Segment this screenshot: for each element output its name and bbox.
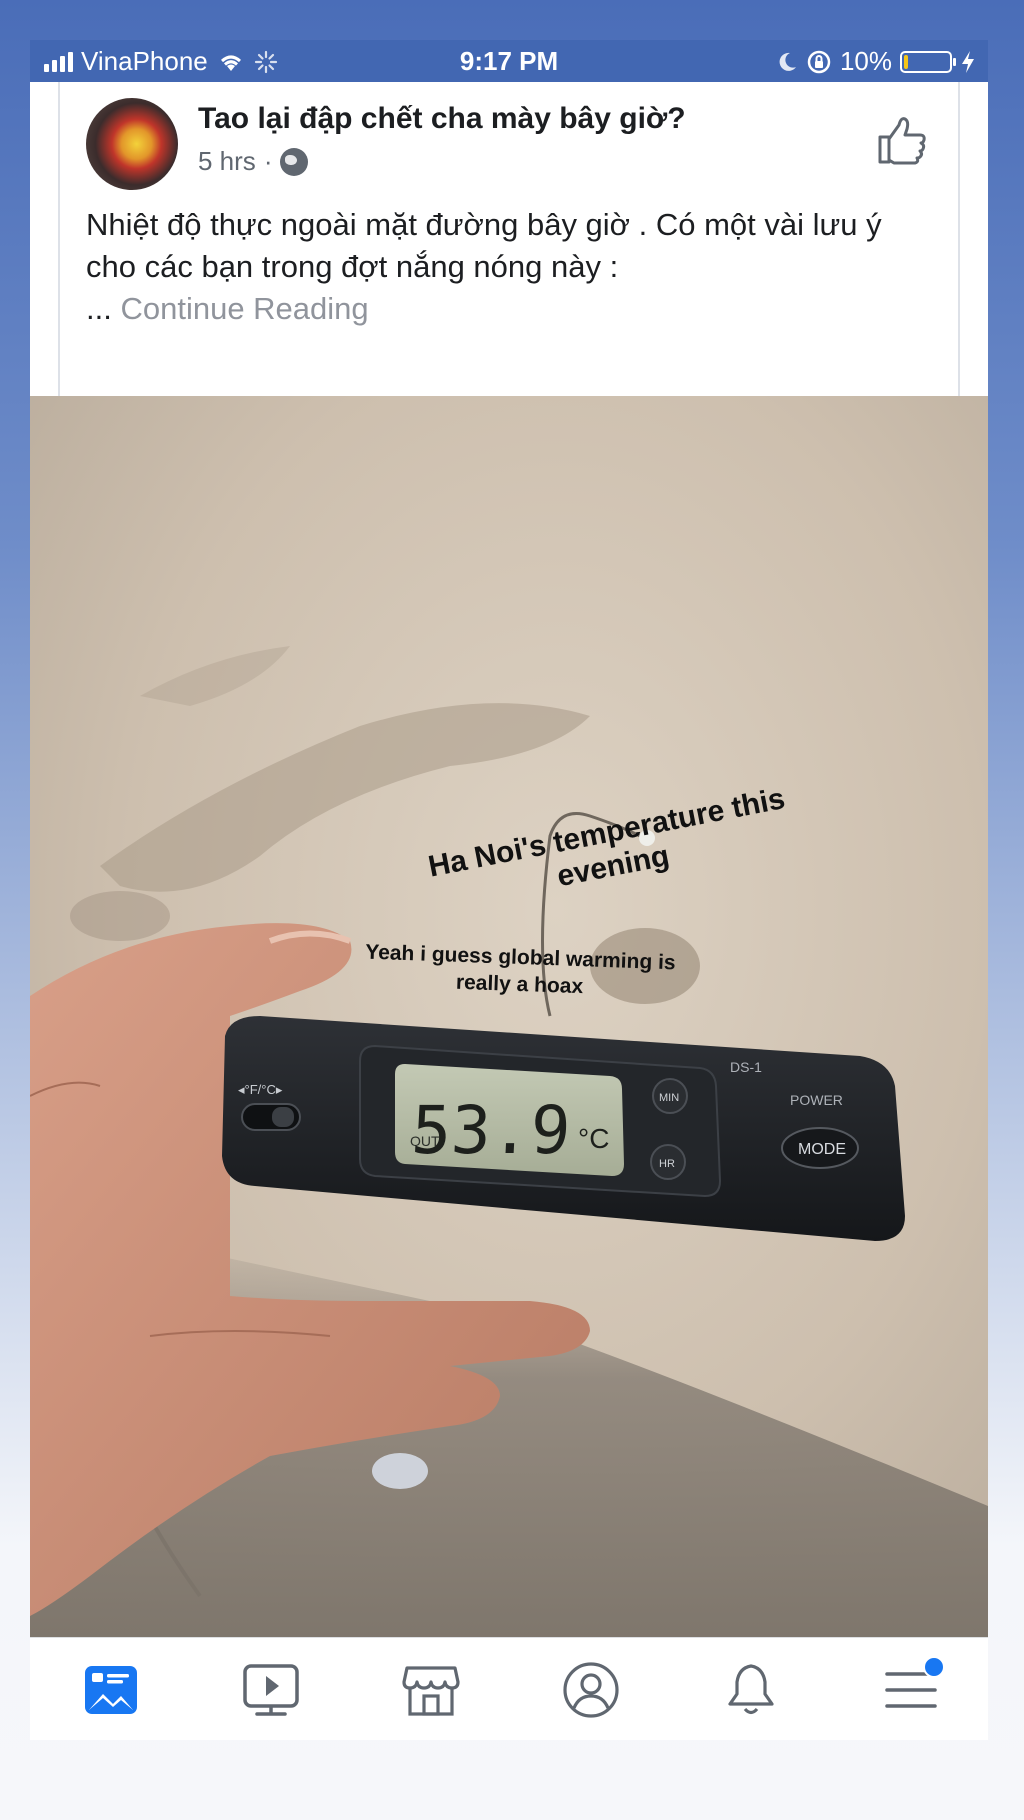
moon-icon xyxy=(779,52,796,71)
post-body-text: Nhiệt độ thực ngoài mặt đường bây giờ . … xyxy=(86,207,882,284)
tab-marketplace[interactable] xyxy=(401,1660,461,1720)
tab-menu[interactable] xyxy=(881,1656,945,1720)
post-meta: 5 hrs · xyxy=(198,146,309,177)
story-caption-secondary: Yeah i guess global warming is really a … xyxy=(364,940,676,999)
post-author-name[interactable]: Tao lại đập chết cha mày bây giờ? xyxy=(198,102,686,136)
unit-switch-label: ◂°F/°C▸ xyxy=(238,1082,283,1097)
marketplace-shop-icon xyxy=(402,1666,460,1716)
continue-reading-link[interactable]: Continue Reading xyxy=(120,291,368,326)
device-model-label: DS-1 xyxy=(730,1059,762,1075)
min-button-label: MIN xyxy=(659,1092,679,1104)
menu-notification-badge xyxy=(923,1656,945,1678)
author-avatar[interactable] xyxy=(86,98,178,190)
post-photo[interactable]: OUT 53.9 °C MIN HR DS-1 POWER MODE ◂°F/°… xyxy=(30,396,988,1679)
lcd-temperature-value: 53.9 xyxy=(409,1092,572,1169)
lcd-temperature-unit: °C xyxy=(578,1123,609,1154)
tab-notifications[interactable] xyxy=(721,1660,781,1720)
power-label: POWER xyxy=(790,1092,843,1108)
post-time[interactable]: 5 hrs xyxy=(198,146,256,177)
meta-separator: · xyxy=(263,146,273,176)
video-play-icon xyxy=(243,1664,299,1716)
phone-screen: VinaPhone 9:17 PM 10% Tao lại đập chết c… xyxy=(30,40,988,1740)
tab-profile[interactable] xyxy=(561,1660,621,1720)
battery-icon xyxy=(900,50,956,73)
feed-post: Tao lại đập chết cha mày bây giờ? 5 hrs … xyxy=(30,82,988,1679)
post-body: Nhiệt độ thực ngoài mặt đường bây giờ . … xyxy=(86,204,926,330)
news-feed-icon xyxy=(85,1666,137,1714)
mode-button-label: MODE xyxy=(798,1141,846,1158)
profile-icon xyxy=(563,1662,619,1718)
post-ellipsis: ... xyxy=(86,291,112,326)
hr-button-label: HR xyxy=(659,1158,675,1170)
bottom-tab-bar xyxy=(30,1637,988,1740)
public-globe-icon xyxy=(280,147,309,176)
charging-bolt-icon xyxy=(962,50,974,73)
like-thumb-icon[interactable] xyxy=(874,112,930,168)
thermometer-photo: OUT 53.9 °C MIN HR DS-1 POWER MODE ◂°F/°… xyxy=(30,396,988,1679)
status-right: 10% xyxy=(776,46,976,77)
tab-watch[interactable] xyxy=(241,1660,301,1720)
tab-news-feed[interactable] xyxy=(81,1660,141,1720)
bell-icon xyxy=(728,1664,774,1715)
status-bar: VinaPhone 9:17 PM 10% xyxy=(30,40,988,82)
orientation-lock-icon xyxy=(807,50,831,73)
battery-percent: 10% xyxy=(839,46,892,76)
